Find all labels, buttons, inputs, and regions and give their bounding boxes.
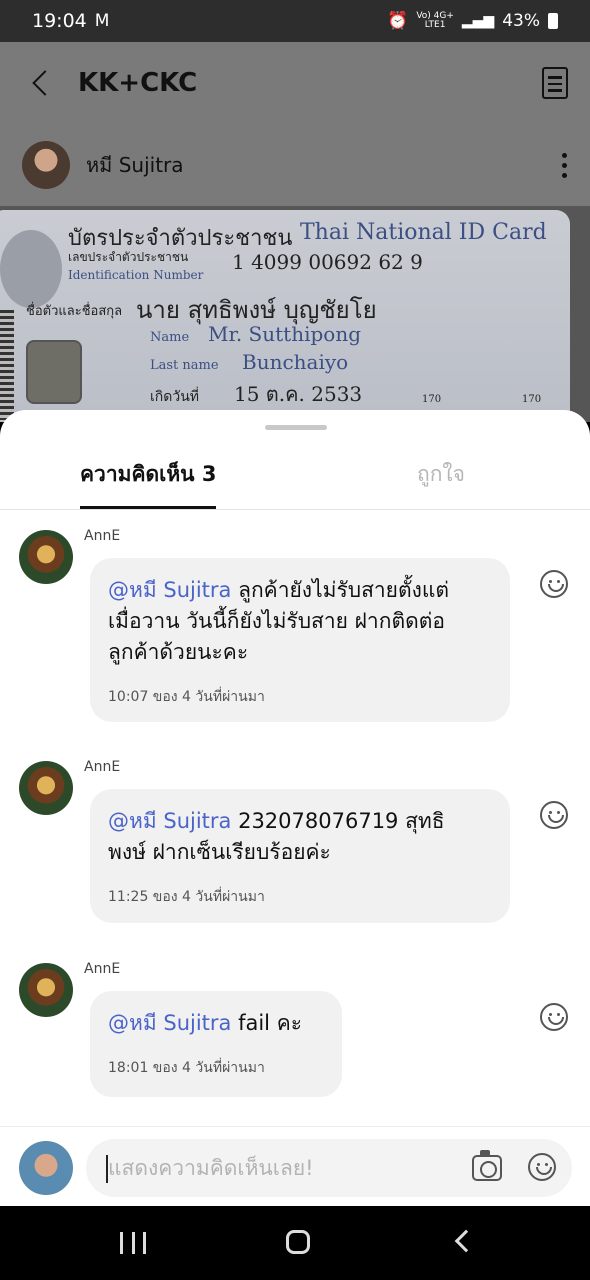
tab-likes[interactable]: ถูกใจ — [417, 458, 465, 491]
comment-text: @หมี Sujitra ลูกค้ายังไม่รับสายตั้งแต่ เ… — [108, 578, 450, 664]
notes-icon[interactable] — [542, 67, 568, 99]
comment-timestamp: 11:25 ของ 4 วันที่ผ่านมา — [108, 889, 265, 905]
comment-timestamp: 10:07 ของ 4 วันที่ผ่านมา — [108, 689, 265, 705]
back-icon[interactable] — [454, 1229, 478, 1253]
comment-bubble[interactable]: @หมี Sujitra ลูกค้ายังไม่รับสายตั้งแต่ เ… — [90, 558, 510, 722]
height-scale-right: 170 — [522, 394, 542, 405]
post-header: หมี Sujitra — [0, 124, 590, 206]
tab-comments[interactable]: ความคิดเห็น 3 — [80, 458, 216, 491]
react-emoji-icon[interactable] — [540, 570, 568, 598]
mention-link[interactable]: @หมี Sujitra — [108, 578, 231, 602]
comment-bubble[interactable]: @หมี Sujitra fail คะ 18:01 ของ 4 วันที่ผ… — [90, 991, 342, 1097]
react-emoji-icon[interactable] — [540, 1003, 568, 1031]
name-label-th: ชื่อตัวและชื่อสกุล — [26, 304, 123, 319]
comment-author[interactable]: AnnE — [84, 961, 120, 977]
card-title-en: Thai National ID Card — [300, 220, 547, 245]
author-avatar[interactable] — [22, 141, 70, 189]
name-en: Mr. Sutthipong — [208, 322, 362, 346]
commenter-avatar[interactable] — [19, 530, 73, 584]
post-image[interactable]: บัตรประจำตัวประชาชน Thai National ID Car… — [0, 206, 590, 422]
comment-author[interactable]: AnnE — [84, 759, 120, 775]
comment-composer — [0, 1126, 590, 1206]
lastname-en: Bunchaiyo — [242, 350, 349, 374]
sheet-tabs: ความคิดเห็น 3 ถูกใจ — [0, 450, 590, 510]
mention-link[interactable]: @หมี Sujitra — [108, 1011, 231, 1035]
back-arrow-icon[interactable] — [32, 70, 58, 96]
signal-icon: ▂▄▆ — [461, 13, 495, 29]
comment-timestamp: 18:01 ของ 4 วันที่ผ่านมา — [108, 1060, 265, 1076]
birth-th: 15 ต.ค. 2533 — [234, 382, 363, 406]
lastname-label-en: Last name — [150, 358, 219, 373]
my-avatar — [19, 1141, 73, 1195]
id-card-photo: บัตรประจำตัวประชาชน Thai National ID Car… — [0, 210, 570, 422]
comments-sheet: ความคิดเห็น 3 ถูกใจ AnnE @หมี Sujitra ลู… — [0, 410, 590, 1206]
comment-author[interactable]: AnnE — [84, 528, 120, 544]
commenter-avatar[interactable] — [19, 761, 73, 815]
battery-level: 43% — [502, 11, 540, 31]
status-indicators: ⏰ Vo) 4G+ LTE1 ▂▄▆ 43% — [387, 11, 558, 31]
birth-label-th: เกิดวันที่ — [150, 389, 200, 405]
garuda-emblem-icon — [0, 230, 62, 308]
camera-icon[interactable] — [472, 1150, 502, 1181]
name-label-en: Name — [150, 330, 190, 345]
comment-text: @หมี Sujitra fail คะ — [108, 1011, 303, 1035]
more-options-icon[interactable] — [562, 152, 568, 178]
gmail-icon: M — [94, 11, 110, 31]
comment-input[interactable] — [108, 1149, 458, 1187]
id-label-th: เลขประจำตัวประชาชน — [68, 250, 189, 264]
comment-text: @หมี Sujitra 232078076719 สุทธิ พงษ์ ฝาก… — [108, 809, 445, 864]
drag-handle[interactable] — [265, 425, 327, 430]
author-name[interactable]: หมี Sujitra — [86, 149, 184, 181]
commenter-avatar[interactable] — [19, 963, 73, 1017]
home-icon[interactable] — [286, 1230, 310, 1254]
status-time: 19:04 — [32, 10, 87, 32]
network-indicator: Vo) 4G+ LTE1 — [416, 11, 454, 30]
alarm-icon: ⏰ — [387, 11, 409, 31]
page-title: KK+CKC — [78, 68, 198, 98]
app-bar: KK+CKC — [0, 42, 590, 124]
active-tab-indicator — [80, 506, 216, 509]
recent-apps-icon[interactable] — [120, 1232, 146, 1254]
mention-link[interactable]: @หมี Sujitra — [108, 809, 231, 833]
status-bar: 19:04 M ⏰ Vo) 4G+ LTE1 ▂▄▆ 43% — [0, 0, 590, 42]
chip-icon — [26, 340, 82, 404]
barcode — [0, 310, 14, 420]
id-label-en: Identification Number — [68, 268, 204, 282]
battery-icon — [548, 13, 558, 29]
system-nav-bar — [0, 1206, 590, 1280]
emoji-picker-icon[interactable] — [528, 1153, 556, 1181]
comment-bubble[interactable]: @หมี Sujitra 232078076719 สุทธิ พงษ์ ฝาก… — [90, 789, 510, 923]
react-emoji-icon[interactable] — [540, 801, 568, 829]
height-scale-left: 170 — [422, 394, 442, 405]
id-number: 1 4099 00692 62 9 — [232, 250, 423, 274]
comment-input-container[interactable] — [86, 1139, 572, 1197]
